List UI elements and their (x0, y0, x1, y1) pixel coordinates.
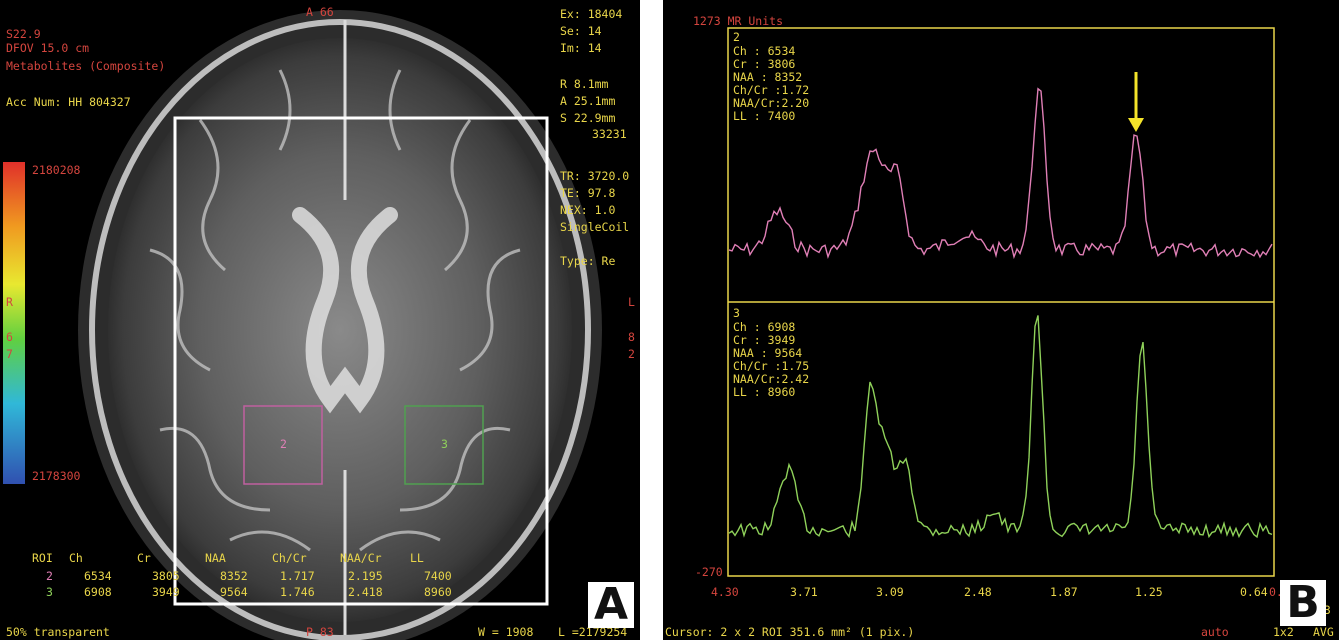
te-value: TE: 97.8 (560, 186, 616, 200)
x-tick-1: 4.30 (711, 585, 739, 599)
x-tick-3: 3.09 (876, 585, 904, 599)
panel-letter-a: A (588, 582, 634, 628)
tr-value: TR: 3720.0 (560, 169, 630, 183)
table-row-3-ch: 6908 (84, 585, 112, 599)
x-tick-6: 1.25 (1135, 585, 1163, 599)
colorbar-max: 2180208 (32, 163, 81, 177)
x-tick-4: 2.48 (964, 585, 992, 599)
coil-label: SingleCoil (560, 220, 630, 234)
series-number: Se: 14 (560, 24, 602, 38)
cursor-status: Cursor: 2 x 2 ROI 351.6 mm² (1 pix.) (665, 625, 915, 639)
spectra-panel: 1273 MR Units -270 2 Ch : 6534 Cr : 3806… (663, 0, 1339, 640)
image-number: Im: 14 (560, 41, 602, 55)
table-row-2-ch: 6534 (84, 569, 112, 583)
table-row-3-cr: 3949 (152, 585, 180, 599)
units-label: 1273 MR Units (693, 14, 784, 28)
table-row-3-ll: 8960 (424, 585, 452, 599)
table-row-3-naa: 9564 (220, 585, 248, 599)
map-type-label: Metabolites (Composite) (6, 59, 166, 73)
mri-image-panel: A 66 S22.9 DFOV 15.0 cm Metabolites (Com… (0, 0, 640, 640)
colorbar-side-r: R (6, 295, 13, 309)
colorbar-side-6: 6 (6, 330, 13, 344)
x-tick-5: 1.87 (1050, 585, 1078, 599)
table-header-naacr: NAA/Cr (340, 551, 382, 565)
pos-extra: 33231 (592, 127, 627, 141)
table-row-3-roi: 3 (46, 585, 53, 599)
window-width: W = 1908 (478, 625, 534, 639)
table-row-2-cr: 3805 (152, 569, 180, 583)
table-header-ch: Ch (69, 551, 83, 565)
x-tick-2: 3.71 (790, 585, 818, 599)
table-row-3-chcr: 1.746 (280, 585, 315, 599)
table-header-chcr: Ch/Cr (272, 551, 307, 565)
dfov-label: DFOV 15.0 cm (6, 41, 90, 55)
table-row-3-naacr: 2.418 (348, 585, 383, 599)
panel-letter-b: B (1280, 580, 1326, 626)
roi-3-label: 3 (441, 437, 448, 451)
transparency-label: 50% transparent (6, 625, 110, 639)
exam-number: Ex: 18404 (560, 7, 623, 21)
spectrum-3-ll: LL : 8960 (733, 385, 796, 399)
pos-s: S 22.9mm (560, 111, 616, 125)
table-row-2-ll: 7400 (424, 569, 452, 583)
x-tick-7: 0.64 (1240, 585, 1268, 599)
anterior-label: A 66 (306, 5, 334, 19)
type-label: Type: Re (560, 254, 616, 268)
table-row-2-roi: 2 (46, 569, 53, 583)
colorbar-min: 2178300 (32, 469, 81, 483)
spectrum-3-number: 3 (733, 306, 740, 320)
right-edge-digit-2: 2 (628, 347, 635, 361)
right-edge-digit-1: 8 (628, 330, 635, 344)
table-row-2-naa: 8352 (220, 569, 248, 583)
table-header-roi: ROI (32, 551, 53, 565)
table-row-2-naacr: 2.195 (348, 569, 383, 583)
accession-number: Acc Num: HH 804327 (6, 95, 131, 109)
left-marker: L (628, 295, 635, 309)
pos-r: R 8.1mm (560, 77, 609, 91)
colorbar-side-7: 7 (6, 347, 13, 361)
table-row-2-chcr: 1.717 (280, 569, 315, 583)
spectrum-2-number: 2 (733, 30, 740, 44)
table-header-cr: Cr (137, 551, 151, 565)
spectrum-2-ll: LL : 7400 (733, 109, 796, 123)
pos-a: A 25.1mm (560, 94, 616, 108)
table-header-naa: NAA (205, 551, 226, 565)
table-header-ll: LL (410, 551, 424, 565)
slice-position: S22.9 (6, 27, 41, 41)
y-min-label: -270 (695, 565, 723, 579)
nex-value: NEX: 1.0 (560, 203, 616, 217)
posterior-label: P 83 (306, 625, 334, 639)
roi-2-label: 2 (280, 437, 287, 451)
auto-label: auto (1201, 625, 1229, 639)
